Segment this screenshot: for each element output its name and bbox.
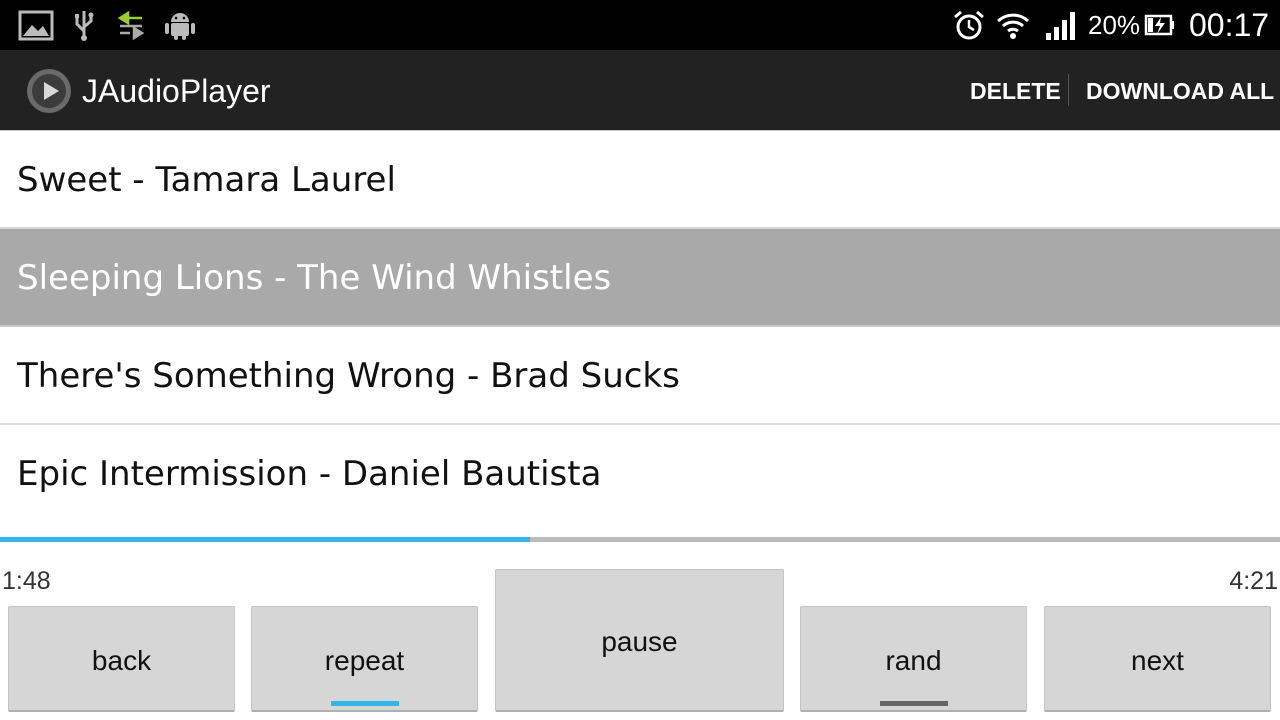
elapsed-time: 1:48 — [2, 567, 51, 595]
repeat-toggle[interactable]: repeat — [251, 606, 478, 712]
track-item-selected[interactable]: Sleeping Lions - The Wind Whistles — [0, 229, 1280, 327]
next-label: next — [1131, 645, 1184, 676]
image-icon — [18, 10, 54, 41]
seek-bar[interactable] — [0, 535, 1280, 545]
track-label: Sweet - Tamara Laurel — [17, 160, 396, 200]
action-bar-divider — [1068, 74, 1069, 106]
action-bar: JAudioPlayer DELETE DOWNLOAD ALL — [0, 50, 1280, 134]
battery-percent: 20% — [1088, 10, 1141, 40]
pause-button[interactable]: pause — [495, 569, 784, 712]
play-logo-icon[interactable] — [26, 68, 72, 114]
alarm-clock-icon — [954, 10, 984, 40]
seek-progress — [0, 537, 530, 542]
repeat-indicator — [330, 701, 399, 706]
android-icon — [165, 13, 195, 40]
track-item[interactable]: Epic Intermission - Daniel Bautista — [0, 425, 1280, 523]
track-list: Sweet - Tamara Laurel Sleeping Lions - T… — [0, 131, 1280, 523]
app-title: JAudioPlayer — [82, 73, 271, 109]
signal-icon — [1046, 12, 1075, 40]
next-button[interactable]: next — [1044, 606, 1271, 712]
pause-label: pause — [601, 626, 678, 657]
rand-toggle[interactable]: rand — [800, 606, 1027, 712]
back-label: back — [91, 645, 152, 676]
download-all-button[interactable]: DOWNLOAD ALL — [1086, 74, 1274, 108]
wifi-icon — [996, 13, 1030, 39]
sync-icon — [118, 10, 144, 41]
status-clock: 00:17 — [1189, 7, 1270, 43]
total-time: 4:21 — [1229, 567, 1278, 595]
rand-label: rand — [885, 645, 942, 676]
usb-icon — [75, 11, 94, 41]
status-bar: 20% 00:17 — [0, 0, 1280, 50]
rand-indicator — [879, 701, 948, 706]
track-label: Epic Intermission - Daniel Bautista — [17, 454, 602, 494]
track-label: Sleeping Lions - The Wind Whistles — [17, 258, 612, 298]
track-item[interactable]: Sweet - Tamara Laurel — [0, 131, 1280, 229]
battery-charging-icon — [1144, 14, 1174, 36]
track-item[interactable]: There's Something Wrong - Brad Sucks — [0, 327, 1280, 425]
delete-button[interactable]: DELETE — [970, 74, 1061, 108]
repeat-label: repeat — [324, 645, 405, 676]
track-label: There's Something Wrong - Brad Sucks — [17, 356, 680, 396]
back-button[interactable]: back — [8, 606, 235, 712]
